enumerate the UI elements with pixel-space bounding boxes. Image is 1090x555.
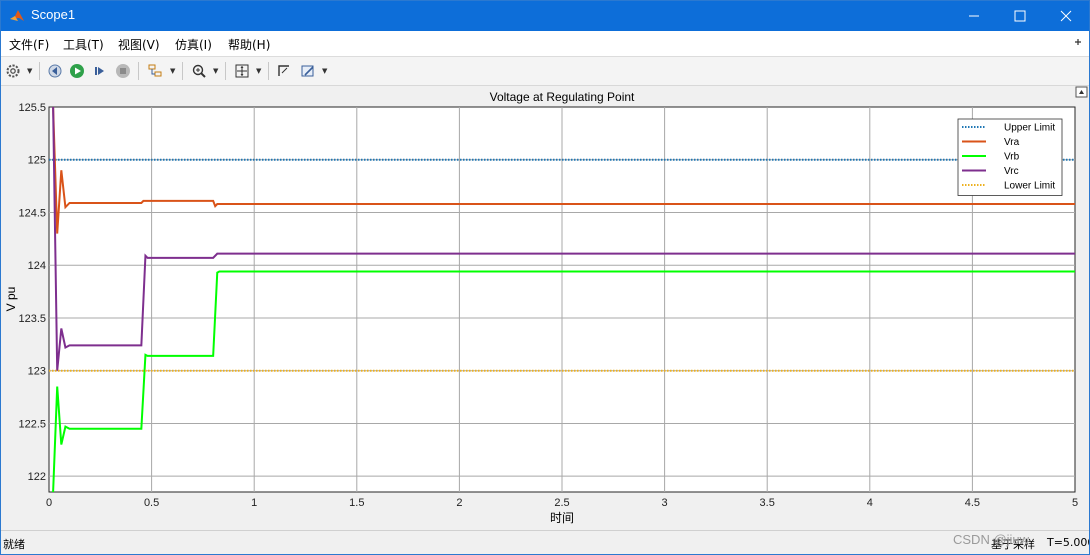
run-icon[interactable] (67, 61, 87, 81)
x-axis-label: 时间 (550, 511, 574, 525)
toolbar-separator (138, 62, 139, 80)
matlab-app-icon (9, 8, 25, 24)
legend-label-upper-limit: Upper Limit (1004, 123, 1055, 134)
restore-axes-icon[interactable] (1075, 86, 1088, 98)
minimize-icon (969, 15, 979, 17)
legend-label-lower-limit: Lower Limit (1004, 181, 1055, 192)
menu-tools[interactable]: 工具(T) (63, 36, 104, 53)
x-tick-label: 0 (46, 497, 52, 509)
toolbar-separator (182, 62, 183, 80)
y-tick-label: 124.5 (18, 207, 46, 219)
x-tick-label: 1 (251, 497, 257, 509)
step-forward-icon[interactable] (90, 61, 110, 81)
y-tick-label: 123 (28, 366, 46, 378)
y-tick-label: 122 (28, 471, 46, 483)
status-bar: 就绪 基于采样 T=5.000 (1, 530, 1090, 554)
zoom-icon[interactable] (189, 61, 209, 81)
menu-help[interactable]: 帮助(H) (228, 36, 270, 53)
menu-bar: 文件(F) 工具(T) 视图(V) 仿真(I) 帮助(H) (1, 31, 1089, 57)
x-tick-label: 3.5 (760, 497, 775, 509)
autoscale-dropdown-icon[interactable]: ▼ (256, 67, 261, 75)
watermark: CSDN @jiuw (953, 532, 1030, 547)
y-axis-label: V pu (4, 287, 18, 312)
settings-dropdown-icon[interactable]: ▼ (27, 67, 32, 75)
zoom-dropdown-icon[interactable]: ▼ (213, 67, 218, 75)
y-tick-label: 122.5 (18, 418, 46, 430)
y-tick-labels: 122 122.5 123 123.5 124 124.5 125 125.5 (18, 102, 46, 483)
menu-view[interactable]: 视图(V) (118, 36, 160, 53)
status-ready: 就绪 (3, 538, 25, 551)
stop-icon[interactable] (113, 61, 133, 81)
x-tick-labels: 0 0.5 1 1.5 2 2.5 3 3.5 4 4.5 5 (46, 497, 1078, 509)
minimize-button[interactable] (951, 1, 997, 31)
x-tick-label: 3 (662, 497, 668, 509)
close-button[interactable] (1043, 1, 1089, 31)
undock-icon[interactable] (1073, 37, 1083, 50)
title-bar[interactable]: Scope1 (1, 1, 1089, 31)
x-tick-label: 0.5 (144, 497, 159, 509)
autoscale-icon[interactable] (232, 61, 252, 81)
toolbar-separator (268, 62, 269, 80)
close-icon (1060, 10, 1072, 22)
scope-window: Scope1 文件(F) 工具(T) 视图(V) 仿真(I) 帮助(H) ▼ ▼… (0, 0, 1090, 555)
step-back-icon[interactable] (45, 61, 65, 81)
toolbar-separator (39, 62, 40, 80)
maximize-icon (1014, 10, 1026, 22)
x-tick-label: 4 (867, 497, 873, 509)
y-tick-label: 125.5 (18, 102, 46, 114)
legend-label-vra: Vra (1004, 137, 1020, 148)
voltage-chart[interactable]: 122 122.5 123 123.5 124 124.5 125 125.5 0 0.5 1 1.… (1, 86, 1089, 529)
x-tick-label: 2 (456, 497, 462, 509)
y-tick-label: 124 (28, 260, 46, 272)
menu-simulation[interactable]: 仿真(I) (175, 36, 212, 53)
highlight-dropdown-icon[interactable]: ▼ (170, 67, 175, 75)
x-tick-label: 2.5 (554, 497, 569, 509)
legend[interactable]: Upper Limit Vra Vrb Vrc Lower Limit (957, 118, 1063, 196)
style-dropdown-icon[interactable]: ▼ (322, 67, 327, 75)
window-title: Scope1 (31, 7, 76, 22)
legend-label-vrc: Vrc (1004, 166, 1019, 177)
status-sim-time: T=5.000 (1047, 536, 1090, 549)
maximize-button[interactable] (997, 1, 1043, 31)
cursor-measure-icon[interactable] (274, 61, 294, 81)
highlight-icon[interactable] (145, 61, 165, 81)
legend-label-vrb: Vrb (1004, 152, 1020, 163)
style-icon[interactable] (298, 61, 318, 81)
y-tick-label: 123.5 (18, 313, 46, 325)
toolbar-separator (225, 62, 226, 80)
scope-plot-area: 122 122.5 123 123.5 124 124.5 125 125.5 0 0.5 1 1.… (1, 86, 1089, 529)
x-tick-label: 1.5 (349, 497, 364, 509)
y-tick-label: 125 (28, 155, 46, 167)
gear-icon[interactable] (3, 61, 23, 81)
x-tick-label: 4.5 (965, 497, 980, 509)
menu-file[interactable]: 文件(F) (9, 36, 49, 53)
toolbar: ▼ ▼ ▼ ▼ ▼ (1, 57, 1089, 86)
x-tick-label: 5 (1072, 497, 1078, 509)
chart-title: Voltage at Regulating Point (490, 90, 635, 104)
